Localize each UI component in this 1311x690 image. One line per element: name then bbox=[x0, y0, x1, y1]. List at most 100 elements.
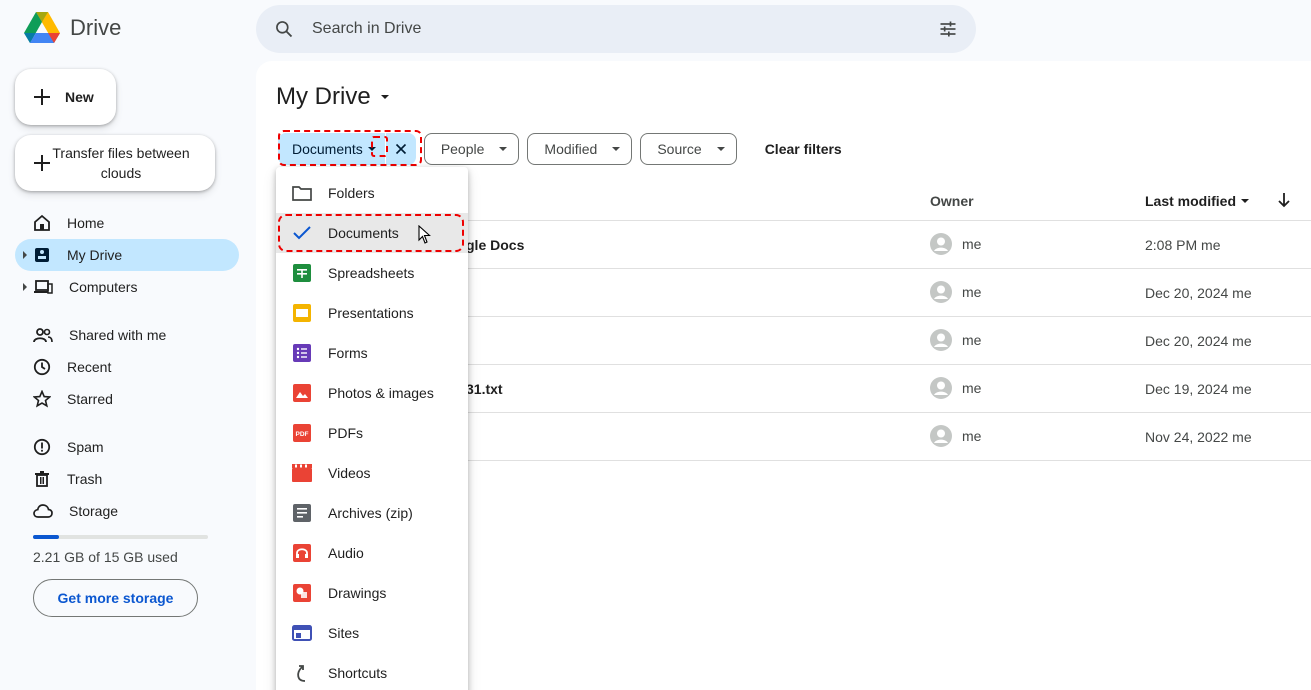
sidebar-item-recent[interactable]: Recent bbox=[15, 351, 239, 383]
menu-item-label: Folders bbox=[328, 185, 375, 201]
people-filter-chip[interactable]: People bbox=[423, 133, 520, 165]
menu-item-label: Presentations bbox=[328, 305, 414, 321]
sidebar-item-my-drive[interactable]: My Drive bbox=[15, 239, 239, 271]
sidebar-item-starred[interactable]: Starred bbox=[15, 383, 239, 415]
menu-item-label: PDFs bbox=[328, 425, 363, 441]
app-title: Drive bbox=[70, 15, 122, 40]
page-title[interactable]: My Drive bbox=[276, 83, 391, 111]
audio-icon bbox=[292, 543, 312, 563]
menu-item-photos[interactable]: Photos & images bbox=[276, 373, 468, 413]
menu-item-shortcuts[interactable]: Shortcuts bbox=[276, 653, 468, 690]
source-filter-chip[interactable]: Source bbox=[640, 133, 737, 165]
get-more-storage-button[interactable]: Get more storage bbox=[33, 579, 198, 617]
sidebar-item-label: Recent bbox=[67, 359, 112, 375]
highlight-annotation bbox=[278, 130, 422, 166]
drawings-icon bbox=[292, 583, 312, 603]
menu-item-folders[interactable]: Folders bbox=[276, 173, 468, 213]
sidebar-item-storage[interactable]: Storage bbox=[15, 495, 239, 527]
forms-icon bbox=[292, 343, 312, 363]
menu-item-label: Photos & images bbox=[328, 385, 434, 401]
file-owner: me bbox=[930, 233, 981, 255]
sidebar-item-label: My Drive bbox=[67, 247, 123, 263]
recent-icon bbox=[33, 358, 51, 376]
new-button[interactable]: New bbox=[15, 69, 116, 125]
sidebar-nav: Home My Drive Computers Shared with me R… bbox=[15, 207, 239, 527]
menu-item-videos[interactable]: Videos bbox=[276, 453, 468, 493]
search-options-icon[interactable] bbox=[938, 19, 958, 39]
search-bar[interactable] bbox=[256, 5, 976, 53]
menu-item-label: Videos bbox=[328, 465, 371, 481]
file-name: 31.txt bbox=[466, 381, 503, 397]
search-icon[interactable] bbox=[274, 19, 294, 39]
sidebar-item-spam[interactable]: Spam bbox=[15, 431, 239, 463]
shortcut-icon bbox=[292, 663, 312, 683]
file-owner: me bbox=[930, 377, 981, 399]
file-modified: Dec 20, 2024 me bbox=[1145, 285, 1252, 301]
file-owner: me bbox=[930, 329, 981, 351]
chevron-down-icon bbox=[380, 95, 389, 99]
transfer-files-button[interactable]: Transfer files between clouds bbox=[15, 135, 215, 191]
avatar-icon bbox=[930, 377, 952, 399]
sites-icon bbox=[292, 623, 312, 643]
drive-logo-icon bbox=[24, 12, 60, 43]
sidebar-item-label: Computers bbox=[69, 279, 138, 295]
star-icon bbox=[33, 390, 51, 408]
drive-logo[interactable]: Drive bbox=[24, 12, 121, 44]
menu-item-forms[interactable]: Forms bbox=[276, 333, 468, 373]
menu-item-label: Drawings bbox=[328, 585, 387, 601]
file-owner: me bbox=[930, 425, 981, 447]
highlight-annotation bbox=[278, 214, 464, 252]
file-name: gle Docs bbox=[466, 237, 525, 253]
column-owner[interactable]: Owner bbox=[930, 193, 974, 209]
expand-caret-icon[interactable] bbox=[23, 283, 27, 291]
sidebar-item-trash[interactable]: Trash bbox=[15, 463, 239, 495]
table-row[interactable]: 31.txt me Dec 19, 2024 me bbox=[456, 365, 1311, 413]
menu-item-sites[interactable]: Sites bbox=[276, 613, 468, 653]
search-input[interactable] bbox=[312, 5, 892, 53]
avatar-icon bbox=[930, 425, 952, 447]
table-row[interactable]: me Nov 24, 2022 me bbox=[456, 413, 1311, 461]
menu-item-drawings[interactable]: Drawings bbox=[276, 573, 468, 613]
sidebar-item-label: Storage bbox=[69, 503, 119, 519]
menu-item-audio[interactable]: Audio bbox=[276, 533, 468, 573]
modified-filter-chip[interactable]: Modified bbox=[527, 133, 633, 165]
storage-progress-bar bbox=[33, 535, 208, 539]
table-row[interactable]: me Dec 20, 2024 me bbox=[456, 269, 1311, 317]
clear-filters-button[interactable]: Clear filters bbox=[765, 141, 842, 157]
file-owner: me bbox=[930, 281, 981, 303]
sidebar-item-home[interactable]: Home bbox=[15, 207, 239, 239]
sidebar-item-shared[interactable]: Shared with me bbox=[15, 319, 239, 351]
dropdown-caret-icon bbox=[612, 147, 621, 151]
menu-item-spreadsheets[interactable]: Spreadsheets bbox=[276, 253, 468, 293]
transfer-files-label: Transfer files between clouds bbox=[52, 145, 190, 181]
shared-icon bbox=[33, 328, 53, 343]
sheets-icon bbox=[292, 263, 312, 283]
sidebar-item-label: Shared with me bbox=[69, 327, 167, 343]
highlight-annotation bbox=[371, 136, 388, 157]
file-modified: Dec 20, 2024 me bbox=[1145, 333, 1252, 349]
table-row[interactable]: gle Docs me 2:08 PM me bbox=[456, 221, 1311, 269]
menu-item-archives[interactable]: Archives (zip) bbox=[276, 493, 468, 533]
column-last-modified-label: Last modified bbox=[1145, 193, 1237, 209]
plus-icon bbox=[34, 89, 50, 105]
menu-item-label: Shortcuts bbox=[328, 665, 388, 681]
sort-direction-icon[interactable] bbox=[1276, 191, 1292, 209]
column-last-modified[interactable]: Last modified bbox=[1145, 193, 1250, 209]
page-title-text: My Drive bbox=[276, 83, 371, 110]
file-modified: 2:08 PM me bbox=[1145, 237, 1221, 253]
file-modified: Nov 24, 2022 me bbox=[1145, 429, 1252, 445]
svg-text:PDF: PDF bbox=[296, 431, 309, 438]
table-row[interactable]: me Dec 20, 2024 me bbox=[456, 317, 1311, 365]
chip-label: Source bbox=[657, 141, 702, 157]
expand-caret-icon[interactable] bbox=[23, 251, 27, 259]
file-owner-label: me bbox=[962, 332, 982, 348]
file-owner-label: me bbox=[962, 236, 982, 252]
video-icon bbox=[292, 463, 312, 483]
menu-item-presentations[interactable]: Presentations bbox=[276, 293, 468, 333]
menu-item-label: Spreadsheets bbox=[328, 265, 415, 281]
sidebar-item-computers[interactable]: Computers bbox=[15, 271, 239, 303]
storage-progress-fill bbox=[33, 535, 59, 539]
chip-label: Modified bbox=[544, 141, 598, 157]
trash-icon bbox=[35, 471, 49, 487]
menu-item-pdfs[interactable]: PDF PDFs bbox=[276, 413, 468, 453]
